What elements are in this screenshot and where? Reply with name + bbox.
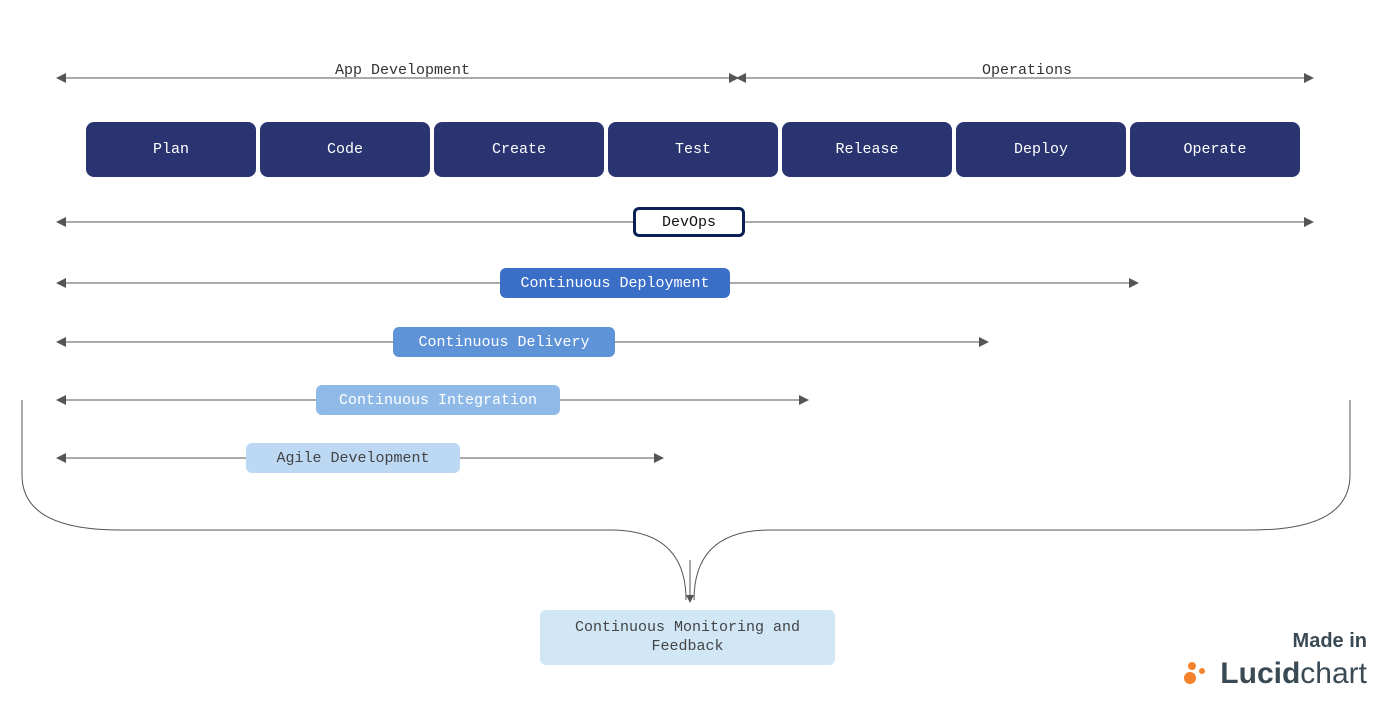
header-operations: Operations <box>982 62 1072 79</box>
feedback-text: Continuous Monitoring andFeedback <box>575 619 800 657</box>
stage-create: Create <box>434 122 604 177</box>
lucidchart-logo-icon <box>1184 660 1212 688</box>
stage-code: Code <box>260 122 430 177</box>
watermark-madein: Made in <box>1184 630 1367 653</box>
stage-release: Release <box>782 122 952 177</box>
header-app-dev: App Development <box>335 62 470 79</box>
range-continuous-deployment: Continuous Deployment <box>500 268 730 298</box>
watermark-brand: Lucidchart <box>1184 657 1367 691</box>
range-continuous-delivery: Continuous Delivery <box>393 327 615 357</box>
watermark: Made in Lucidchart <box>1184 630 1367 691</box>
stage-operate: Operate <box>1130 122 1300 177</box>
stage-plan: Plan <box>86 122 256 177</box>
range-continuous-integration: Continuous Integration <box>316 385 560 415</box>
range-devops: DevOps <box>633 207 745 237</box>
stage-deploy: Deploy <box>956 122 1126 177</box>
watermark-brand2: chart <box>1300 657 1367 690</box>
range-agile: Agile Development <box>246 443 460 473</box>
stage-test: Test <box>608 122 778 177</box>
feedback-box: Continuous Monitoring andFeedback <box>540 610 835 665</box>
watermark-brand1: Lucid <box>1220 657 1300 690</box>
